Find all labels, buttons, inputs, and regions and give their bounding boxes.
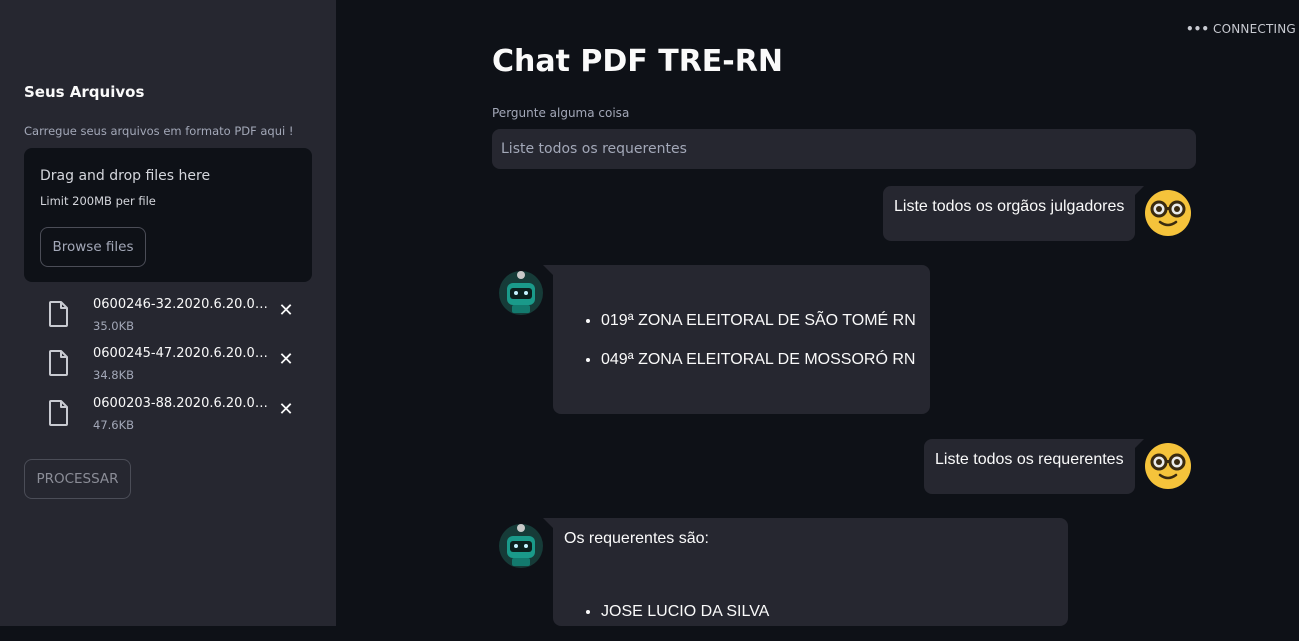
- file-name: 0600246-32.2020.6.20.0019.pdf: [93, 297, 273, 312]
- nerd-face-icon: [1145, 443, 1191, 489]
- dropzone-limit: Limit 200MB per file: [40, 194, 156, 208]
- file-size: 47.6KB: [93, 418, 135, 432]
- message-list: JOSE LUCIO DA SILVA: [553, 602, 769, 641]
- sidebar-subtitle: Carregue seus arquivos em formato PDF aq…: [24, 124, 294, 138]
- remove-file-icon[interactable]: ✕: [276, 400, 296, 420]
- question-input[interactable]: Liste todos os requerentes: [492, 129, 1196, 169]
- file-name: 0600203-88.2020.6.20.0049.pdf: [93, 396, 273, 411]
- list-item: JOSE LUCIO DA SILVA: [601, 602, 769, 622]
- uploaded-file: 0600246-32.2020.6.20.0019.pdf 35.0KB ✕: [40, 297, 312, 341]
- file-icon: [49, 350, 68, 376]
- file-size: 35.0KB: [93, 319, 135, 333]
- user-message: Liste todos os orgãos julgadores: [883, 186, 1144, 241]
- list-item: 019ª ZONA ELEITORAL DE SÃO TOMÉ RN: [601, 311, 916, 331]
- file-name: 0600245-47.2020.6.20.0019.pdf: [93, 346, 273, 361]
- file-icon: [49, 301, 68, 327]
- uploaded-file: 0600245-47.2020.6.20.0019.pdf 34.8KB ✕: [40, 346, 312, 390]
- message-text: Liste todos os orgãos julgadores: [894, 198, 1125, 215]
- sidebar-title: Seus Arquivos: [24, 83, 145, 101]
- user-message: Liste todos os requerentes: [924, 439, 1144, 494]
- uploaded-file: 0600203-88.2020.6.20.0049.pdf 47.6KB ✕: [40, 396, 312, 440]
- process-button[interactable]: PROCESSAR: [24, 459, 131, 499]
- assistant-message: Os requerentes são: JOSE LUCIO DA SILVA: [543, 518, 1068, 626]
- question-label: Pergunte alguma coisa: [492, 106, 630, 120]
- message-text: Os requerentes são:: [564, 530, 709, 547]
- message-list: 019ª ZONA ELEITORAL DE SÃO TOMÉ RN 049ª …: [553, 311, 916, 389]
- file-dropzone[interactable]: Drag and drop files here Limit 200MB per…: [24, 148, 312, 282]
- assistant-message: 019ª ZONA ELEITORAL DE SÃO TOMÉ RN 049ª …: [543, 265, 930, 414]
- remove-file-icon[interactable]: ✕: [276, 301, 296, 321]
- page-title: Chat PDF TRE-RN: [492, 44, 783, 79]
- file-icon: [49, 400, 68, 426]
- list-item: 049ª ZONA ELEITORAL DE MOSSORÓ RN: [601, 350, 916, 370]
- dropzone-text: Drag and drop files here: [40, 168, 211, 184]
- nerd-face-icon: [1145, 190, 1191, 236]
- robot-icon: [499, 524, 543, 568]
- status-dots-icon: •••: [1186, 22, 1210, 36]
- robot-icon: [499, 271, 543, 315]
- browse-files-button[interactable]: Browse files: [40, 227, 146, 267]
- sidebar: Seus Arquivos Carregue seus arquivos em …: [0, 0, 336, 626]
- status-text: CONNECTING: [1213, 22, 1296, 36]
- message-text: Liste todos os requerentes: [935, 451, 1124, 468]
- connection-status: ••• CONNECTING: [1186, 22, 1296, 36]
- file-size: 34.8KB: [93, 368, 135, 382]
- remove-file-icon[interactable]: ✕: [276, 350, 296, 370]
